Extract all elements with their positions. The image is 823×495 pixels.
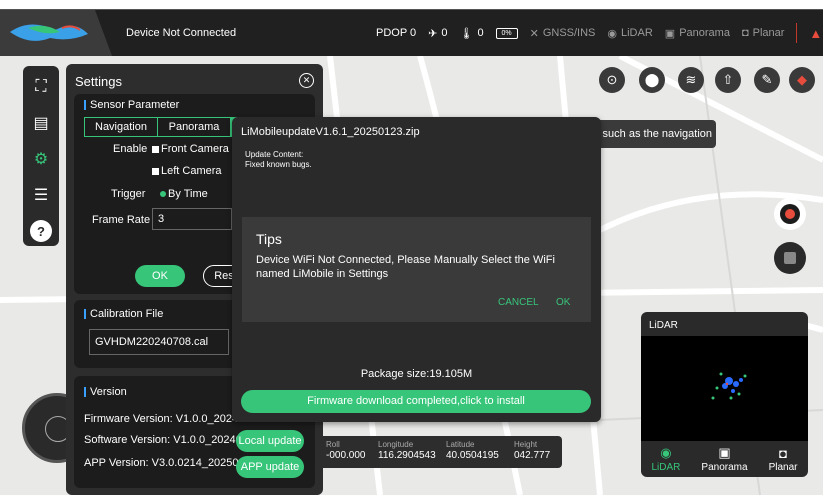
- roll-value: -000.000: [326, 450, 366, 461]
- camera-icon: ◘: [741, 27, 749, 39]
- layers-icon: ≋: [685, 72, 697, 87]
- lidar-status: ◉ LiDAR: [607, 27, 653, 40]
- app-update-button[interactable]: APP update: [236, 456, 304, 478]
- lidar-icon: ◉: [607, 27, 617, 40]
- tips-message: Device WiFi Not Connected, Please Manual…: [256, 254, 555, 280]
- panorama-icon: ▣: [664, 27, 676, 40]
- temperature-status: 🌡 0: [459, 27, 484, 40]
- satellite-status: ✈ 0: [428, 27, 448, 40]
- calibration-title: Calibration File: [84, 308, 163, 320]
- left-camera-checkbox[interactable]: Left Camera: [152, 165, 222, 177]
- update-content-label: Update Content:: [245, 150, 304, 159]
- latitude-value: 40.0504195: [446, 450, 499, 461]
- north-arrow-icon: ◆: [797, 72, 807, 87]
- record-icon: [785, 209, 795, 219]
- lidar-icon: ◉: [660, 445, 672, 460]
- height-label: Height: [514, 440, 538, 449]
- target-button[interactable]: ⊙: [599, 67, 625, 93]
- location-button[interactable]: ⬤: [639, 67, 665, 93]
- update-content: Fixed known bugs.: [245, 160, 312, 169]
- latitude-label: Latitude: [446, 440, 475, 449]
- file-settings-icon[interactable]: ▤: [30, 112, 52, 134]
- tab-panorama[interactable]: Panorama: [158, 118, 231, 136]
- trigger-label: Trigger: [111, 188, 146, 200]
- sensor-tabs: Navigation Panorama: [84, 117, 243, 137]
- tips-title: Tips: [256, 231, 282, 247]
- lidar-view-switcher: ◉ LiDAR ▣ Panorama ◘ Planar: [641, 441, 808, 477]
- status-divider: [796, 23, 798, 43]
- status-indicators: PDOP 0 ✈ 0 🌡 0 0% ✕ GNSS/INS ◉ LiDAR ▣ Panora…: [376, 10, 822, 56]
- planar-status: ◘ Planar: [741, 27, 785, 39]
- stop-button[interactable]: [774, 242, 806, 274]
- lidar-panel-title: LiDAR: [649, 320, 678, 331]
- ok-button[interactable]: OK: [135, 265, 185, 287]
- longitude-value: 116.2904543: [378, 450, 436, 461]
- warning-icon[interactable]: ▲: [809, 26, 822, 41]
- wrench-icon: ✎: [761, 72, 773, 87]
- firmware-install-button[interactable]: Firmware download completed,click to ins…: [241, 390, 591, 413]
- view-panorama-tab[interactable]: ▣ Panorama: [701, 445, 747, 473]
- target-icon: ⊙: [606, 72, 618, 87]
- log-icon[interactable]: ☰: [30, 184, 52, 206]
- settings-gear-icon[interactable]: ⚙: [30, 148, 52, 170]
- upload-button[interactable]: ⇧: [715, 67, 741, 93]
- front-camera-checkbox[interactable]: Front Camera: [152, 143, 229, 155]
- satellite-icon: ✈: [428, 27, 438, 40]
- left-toolbar: ⛶ ▤ ⚙ ☰ ?: [23, 66, 59, 246]
- tips-dialog: Tips Device WiFi Not Connected, Please M…: [242, 217, 591, 322]
- version-title: Version: [84, 386, 127, 398]
- pdop-value: PDOP 0: [376, 27, 417, 39]
- local-update-button[interactable]: Local update: [236, 430, 304, 452]
- software-version: Software Version: V1.0.0_20240622: [84, 434, 261, 446]
- tips-cancel-button[interactable]: CANCEL: [498, 297, 539, 308]
- point-cloud: [711, 372, 747, 400]
- window-top-border: [0, 0, 823, 10]
- top-status-bar: Device Not Connected PDOP 0 ✈ 0 🌡 0 0% ✕ GN…: [0, 10, 823, 56]
- stop-icon: [784, 252, 796, 264]
- hint-tooltip: s such as the navigation: [586, 120, 716, 148]
- view-lidar-tab[interactable]: ◉ LiDAR: [652, 445, 681, 473]
- tab-navigation[interactable]: Navigation: [85, 118, 158, 136]
- sensor-parameter-title: Sensor Parameter: [84, 99, 179, 111]
- map-pin-icon[interactable]: ⛶: [30, 76, 52, 98]
- gnss-icon: ✕: [529, 27, 539, 40]
- record-button[interactable]: [774, 198, 806, 230]
- compass-north-button[interactable]: ◆: [789, 67, 815, 93]
- app-version: APP Version: V3.0.0214_20250214: [84, 457, 257, 469]
- view-planar-tab[interactable]: ◘ Planar: [769, 446, 798, 473]
- tools-button[interactable]: ✎: [754, 67, 780, 93]
- height-value: 042.777: [514, 450, 551, 461]
- tips-ok-button[interactable]: OK: [556, 297, 570, 308]
- location-pin-icon: ⬤: [644, 72, 660, 87]
- frame-rate-label: Frame Rate: [92, 214, 151, 226]
- lidar-point-cloud-view[interactable]: [641, 336, 808, 441]
- roll-label: Roll: [326, 440, 340, 449]
- layers-button[interactable]: ≋: [678, 67, 704, 93]
- frame-rate-input[interactable]: 3: [152, 208, 232, 230]
- battery-icon: 0%: [495, 27, 518, 39]
- panorama-icon: ▣: [718, 445, 731, 460]
- connection-status: Device Not Connected: [126, 27, 237, 39]
- panorama-status: ▣ Panorama: [664, 27, 730, 40]
- position-info-bar: Roll -000.000 Longitude 116.2904543 Latitu…: [318, 436, 562, 468]
- lidar-panel: LiDAR ◉ LiDAR ▣ Panorama ◘ Planar: [641, 312, 808, 477]
- gnss-status: ✕ GNSS/INS: [529, 27, 596, 40]
- by-time-radio[interactable]: By Time: [160, 188, 208, 200]
- calibration-file-field[interactable]: GVHDM220240708.cal: [89, 329, 229, 355]
- help-icon[interactable]: ?: [30, 220, 52, 242]
- package-size: Package size:19.105M: [360, 368, 473, 380]
- update-filename: LiMobileupdateV1.6.1_20250123.zip: [241, 126, 420, 138]
- upload-icon: ⇧: [722, 72, 734, 87]
- enable-label: Enable: [113, 143, 148, 155]
- app-logo: [0, 10, 112, 56]
- close-icon[interactable]: ✕: [299, 73, 314, 88]
- thermometer-icon: 🌡: [459, 27, 474, 40]
- camera-icon: ◘: [779, 445, 787, 461]
- settings-title: Settings: [75, 74, 122, 89]
- longitude-label: Longitude: [378, 440, 414, 449]
